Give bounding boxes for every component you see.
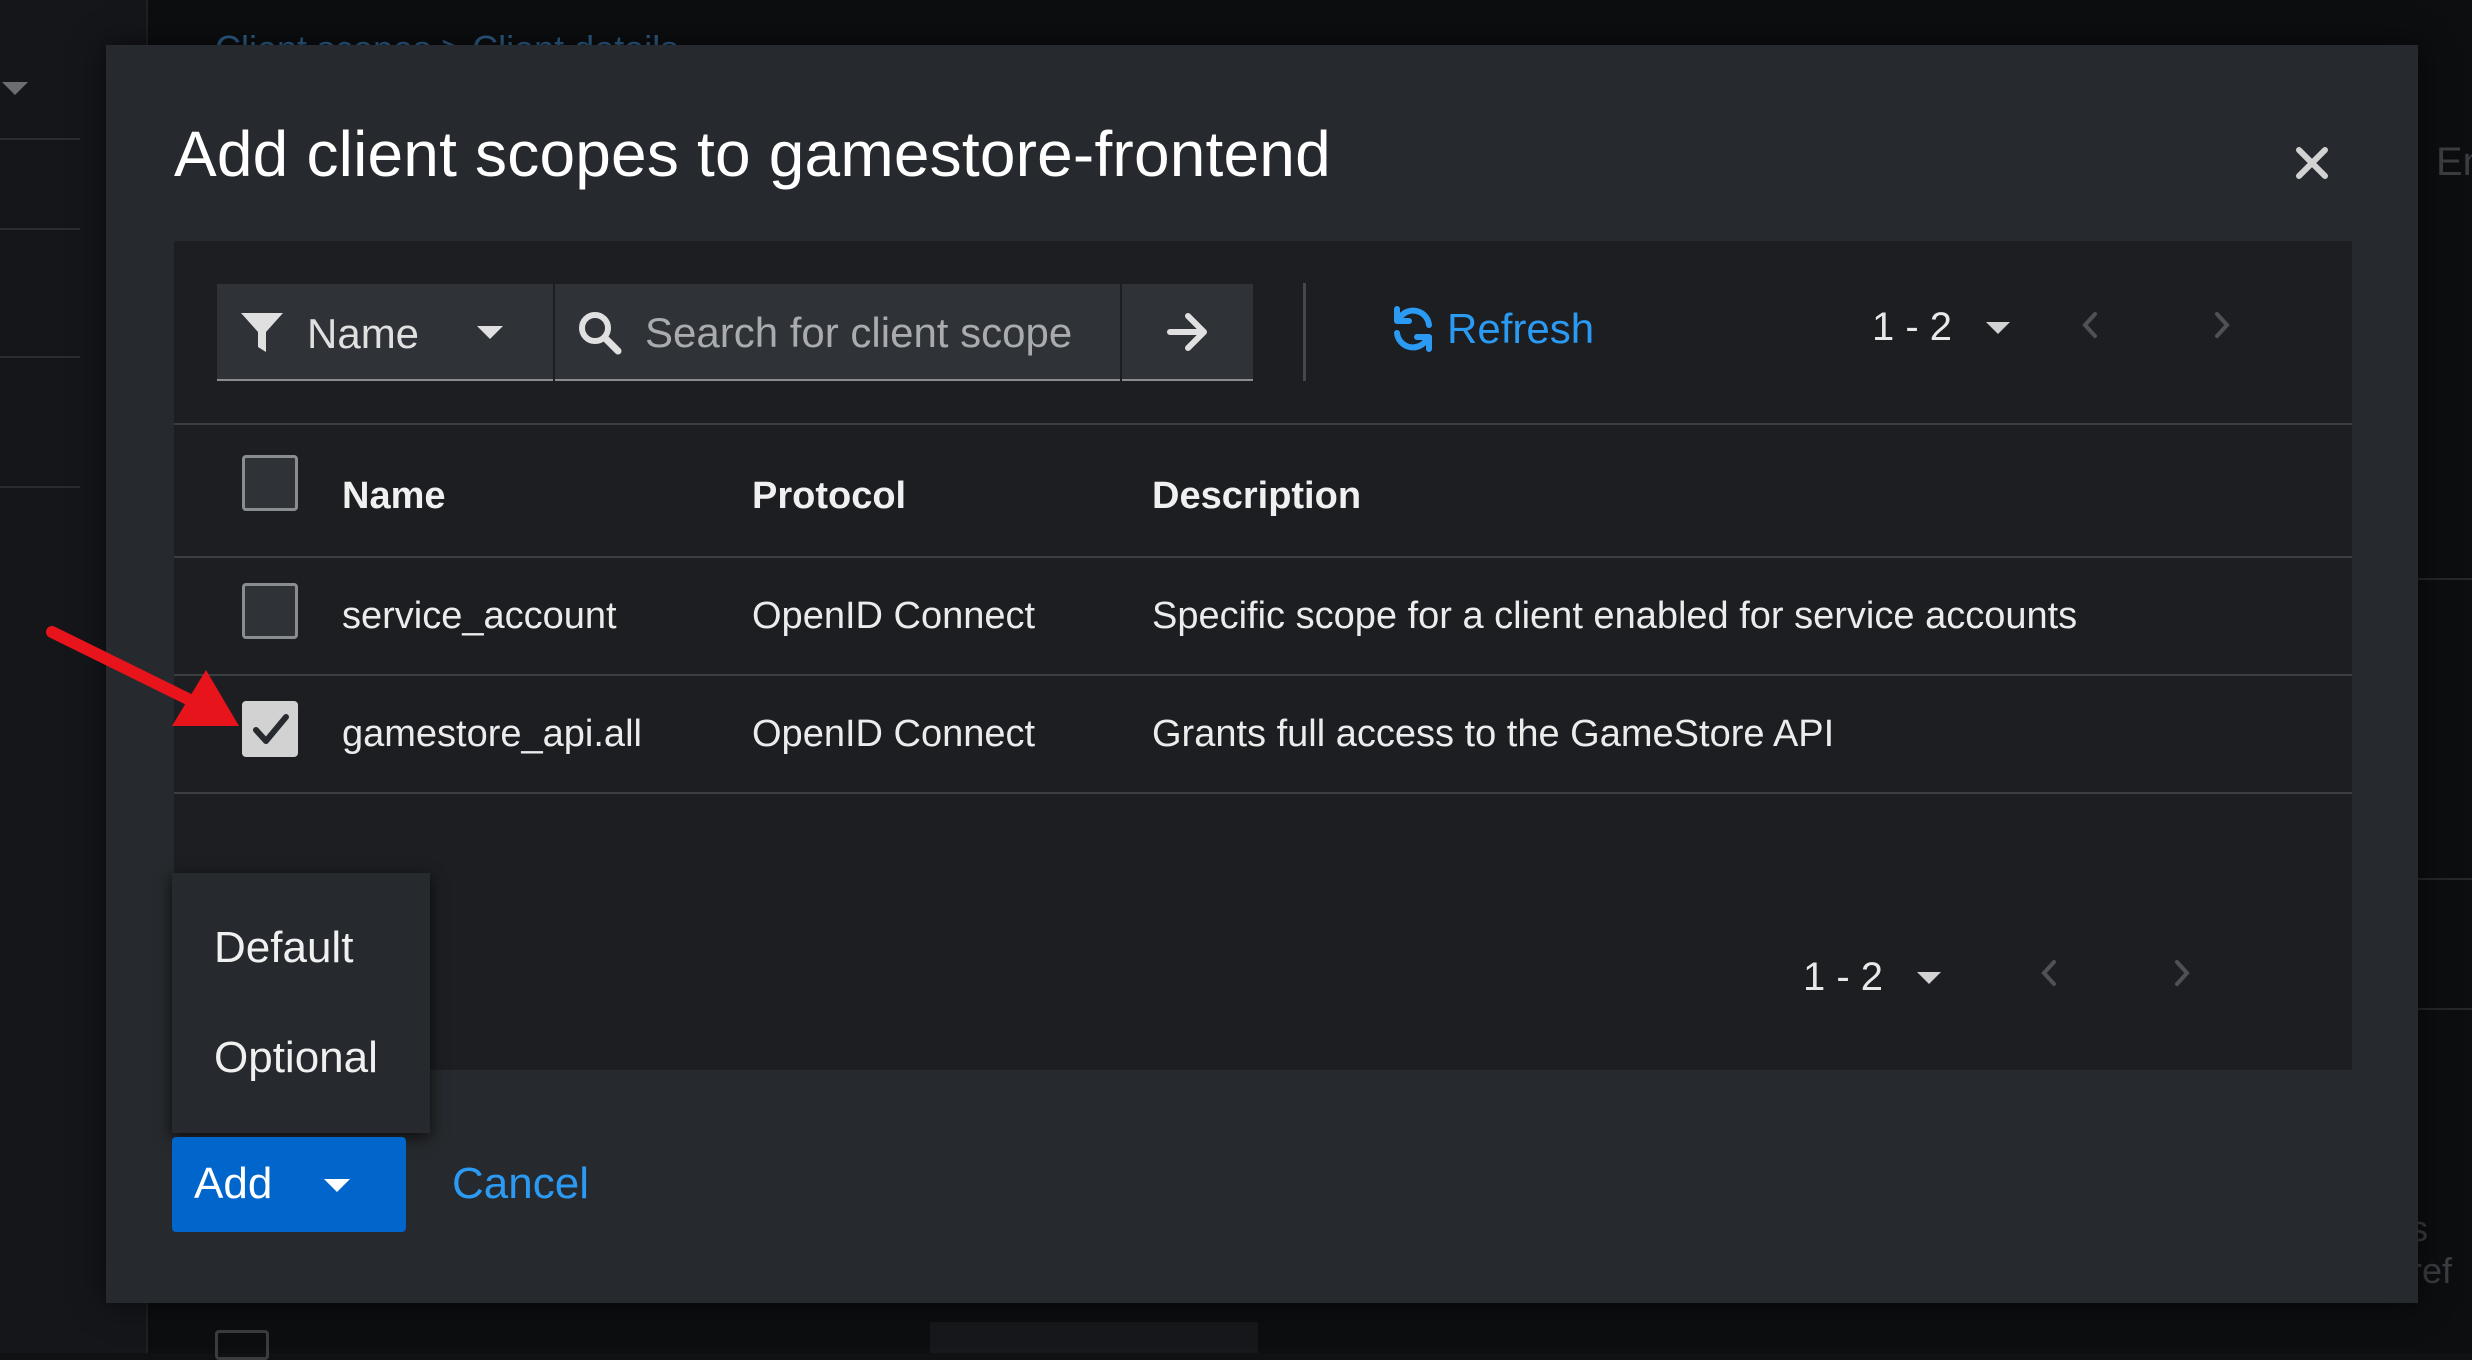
background-divider [2418,878,2472,880]
checkmark-icon [251,710,291,750]
add-button-label: Add [194,1159,272,1209]
scope-description: Specific scope for a client enabled for … [1152,557,2352,675]
modal-title: Add client scopes to gamestore-frontend [174,117,1331,191]
pagination-toggle[interactable]: 1 - 2 [1872,305,2010,350]
background-divider [0,356,80,358]
chevron-down-icon [1917,972,1941,984]
scope-name: service_account [342,557,752,675]
search-field[interactable] [555,284,1120,381]
background-divider [0,228,80,230]
search-icon [577,310,623,356]
pagination-toggle[interactable]: 1 - 2 [1803,955,1941,1000]
previous-page-button[interactable] [2029,953,2069,993]
scope-name: gamestore_api.all [342,675,752,793]
column-header-description[interactable]: Description [1152,427,2352,557]
select-all-cell [174,427,342,557]
scopes-panel: Name [174,241,2352,1070]
close-icon [2295,146,2329,180]
table-header-row: Name Protocol Description [174,427,2352,557]
filter-attribute-select[interactable]: Name [217,284,553,381]
chevron-left-icon [2039,958,2059,988]
background-chevron-down-icon [2,82,28,95]
table-toolbar: Name [174,241,2352,425]
column-header-protocol[interactable]: Protocol [752,427,1152,557]
scope-description: Grants full access to the GameStore API [1152,675,2352,793]
chevron-down-icon [1986,322,2010,334]
pagination-range: 1 - 2 [1803,955,1883,1000]
chevron-right-icon [2212,310,2232,340]
chevron-left-icon [2080,310,2100,340]
add-client-scopes-modal: Add client scopes to gamestore-frontend … [106,45,2418,1303]
chevron-right-icon [2172,958,2192,988]
scope-protocol: OpenID Connect [752,675,1152,793]
filter-icon [239,310,285,356]
close-button[interactable] [2284,135,2340,191]
select-all-checkbox[interactable] [242,455,298,511]
search-input[interactable] [645,306,1105,360]
chevron-down-icon [324,1179,350,1192]
background-text: s ref [2410,1208,2472,1292]
menu-item-default[interactable]: Default [214,923,353,973]
annotation-arrow-icon [44,620,254,740]
background-bar [930,1322,1258,1353]
background-divider [2418,1008,2472,1010]
column-header-name[interactable]: Name [342,427,752,557]
add-button[interactable]: Add [172,1137,406,1232]
search-submit-button[interactable] [1122,284,1253,381]
next-page-button[interactable] [2202,305,2242,345]
menu-item-optional[interactable]: Optional [214,1033,378,1083]
add-type-menu: Default Optional [172,873,430,1133]
scope-protocol: OpenID Connect [752,557,1152,675]
background-divider [0,486,80,488]
client-scopes-table: Name Protocol Description service_accoun… [174,427,2352,794]
refresh-label: Refresh [1447,305,1594,353]
sync-icon [1389,305,1437,353]
filter-attribute-label: Name [307,310,419,358]
pagination-range: 1 - 2 [1872,305,1952,350]
cancel-button[interactable]: Cancel [452,1159,589,1209]
background-text: En [2436,140,2472,185]
next-page-button[interactable] [2162,953,2202,993]
previous-page-button[interactable] [2070,305,2110,345]
arrow-right-icon [1166,312,1210,352]
background-divider [2418,578,2472,580]
refresh-button[interactable]: Refresh [1389,305,1594,353]
toolbar-divider [1303,283,1306,381]
background-checkbox [215,1330,269,1360]
table-row: gamestore_api.all OpenID Connect Grants … [174,675,2352,793]
table-row: service_account OpenID Connect Specific … [174,557,2352,675]
chevron-down-icon [477,326,503,339]
background-divider [0,138,80,140]
